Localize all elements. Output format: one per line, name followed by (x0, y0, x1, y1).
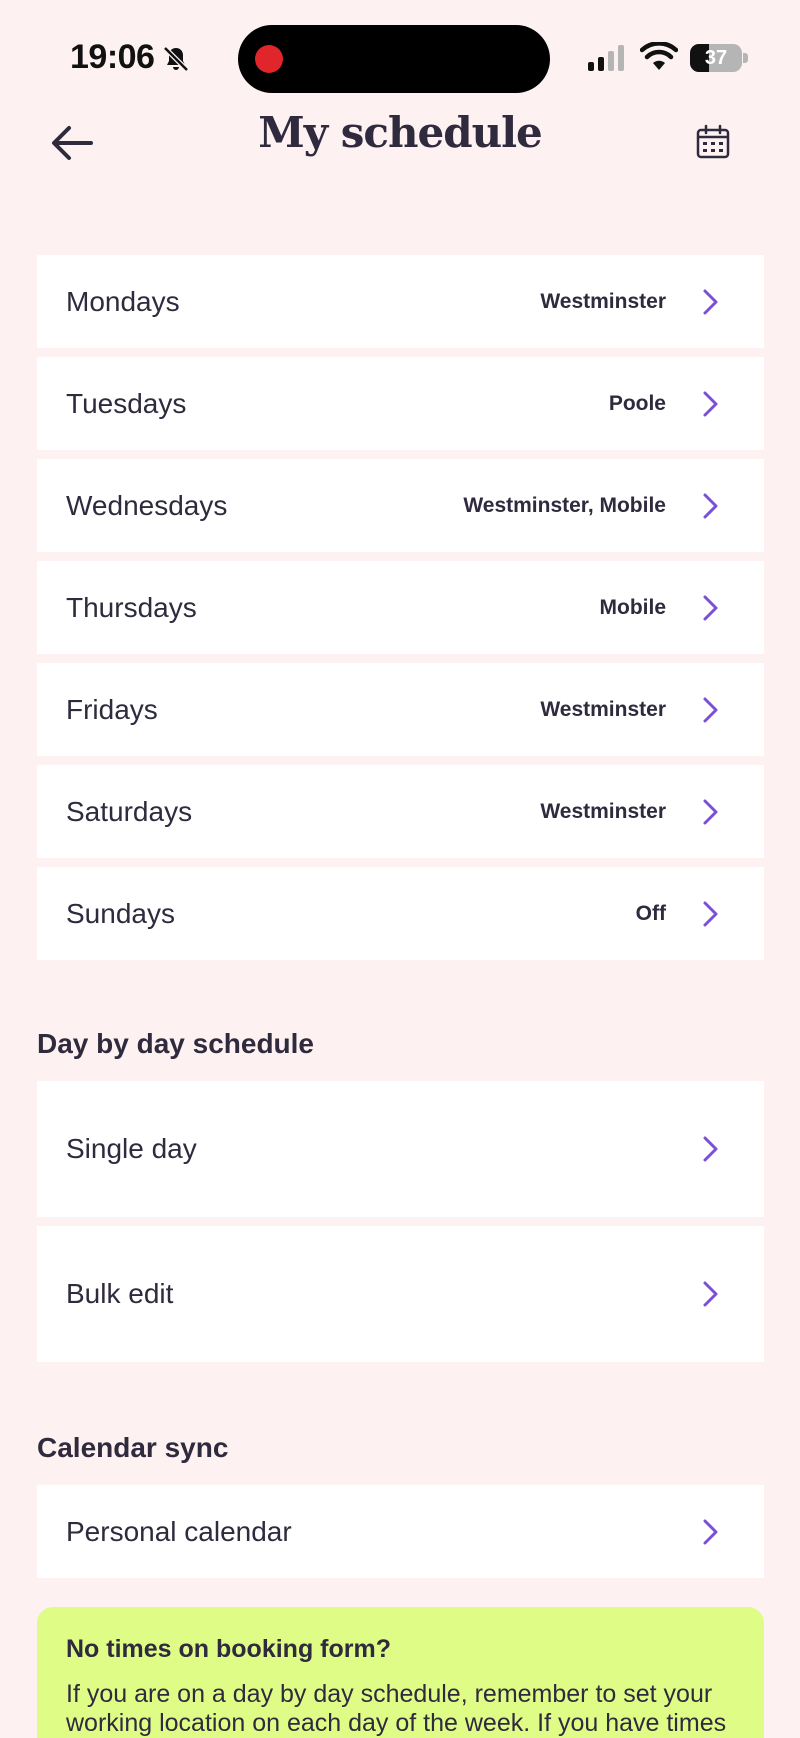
chevron-right-icon (703, 1519, 718, 1544)
dynamic-island (238, 25, 550, 93)
chevron-right-icon (703, 289, 718, 314)
chevron-right-icon (703, 799, 718, 824)
calendar-sync-section-title: Calendar sync (37, 1432, 229, 1463)
info-card-title: No times on booking form? (66, 1635, 391, 1663)
location-value: Mobile (599, 595, 667, 619)
day-label: Tuesdays (66, 387, 187, 419)
chevron-right-icon (703, 391, 718, 416)
info-card-body: If you are on a day by day schedule, rem… (66, 1680, 727, 1737)
calendar-button[interactable] (686, 115, 740, 169)
calendar-icon (696, 124, 730, 159)
day-label: Wednesdays (66, 489, 228, 521)
chevron-right-icon (703, 1136, 718, 1162)
schedule-row-tuesdays[interactable]: Tuesdays Poole (37, 357, 764, 450)
status-time: 19:06 (70, 38, 155, 76)
chevron-right-icon (703, 901, 718, 926)
schedule-row-thursdays[interactable]: Thursdays Mobile (37, 561, 764, 654)
battery-level: 37 (704, 47, 728, 69)
bell-muted-icon (163, 46, 189, 72)
schedule-row-sundays[interactable]: Sundays Off (37, 867, 764, 960)
chevron-right-icon (703, 493, 718, 518)
wifi-icon (640, 42, 678, 70)
chevron-right-icon (703, 595, 718, 620)
day-label: Saturdays (66, 795, 193, 827)
day-label: Thursdays (66, 591, 197, 623)
day-label: Sundays (66, 897, 175, 929)
bulk-edit-row[interactable]: Bulk edit (37, 1226, 764, 1362)
location-value: Westminster (540, 289, 666, 313)
row-label: Personal calendar (66, 1515, 292, 1547)
recording-indicator-icon (255, 45, 283, 73)
location-value: Westminster (540, 799, 666, 823)
day-label: Mondays (66, 285, 180, 317)
calendar-sync-list: Personal calendar (37, 1485, 764, 1587)
chevron-right-icon (703, 697, 718, 722)
location-value: Off (635, 901, 666, 925)
day-by-day-section-title: Day by day schedule (37, 1028, 315, 1059)
schedule-row-wednesdays[interactable]: Wednesdays Westminster, Mobile (37, 459, 764, 552)
row-label: Single day (66, 1133, 197, 1164)
page-title: My schedule (258, 108, 543, 157)
info-card: No times on booking form? If you are on … (37, 1607, 764, 1738)
chevron-right-icon (703, 1281, 718, 1307)
location-value: Westminster (540, 697, 666, 721)
single-day-row[interactable]: Single day (37, 1081, 764, 1217)
battery-indicator: 37 (690, 44, 748, 72)
personal-calendar-row[interactable]: Personal calendar (37, 1485, 764, 1578)
schedule-row-fridays[interactable]: Fridays Westminster (37, 663, 764, 756)
row-label: Bulk edit (66, 1278, 174, 1309)
schedule-row-saturdays[interactable]: Saturdays Westminster (37, 765, 764, 858)
day-by-day-list: Single day Bulk edit (37, 1081, 764, 1371)
location-value: Westminster, Mobile (463, 493, 666, 517)
schedule-row-mondays[interactable]: Mondays Westminster (37, 255, 764, 348)
cellular-signal-icon (588, 45, 624, 71)
location-value: Poole (608, 391, 666, 415)
status-bar: 19:06 37 (0, 0, 800, 110)
day-label: Fridays (66, 693, 158, 725)
weekly-schedule-list: Mondays Westminster Tuesdays Poole Wedne… (37, 255, 764, 969)
